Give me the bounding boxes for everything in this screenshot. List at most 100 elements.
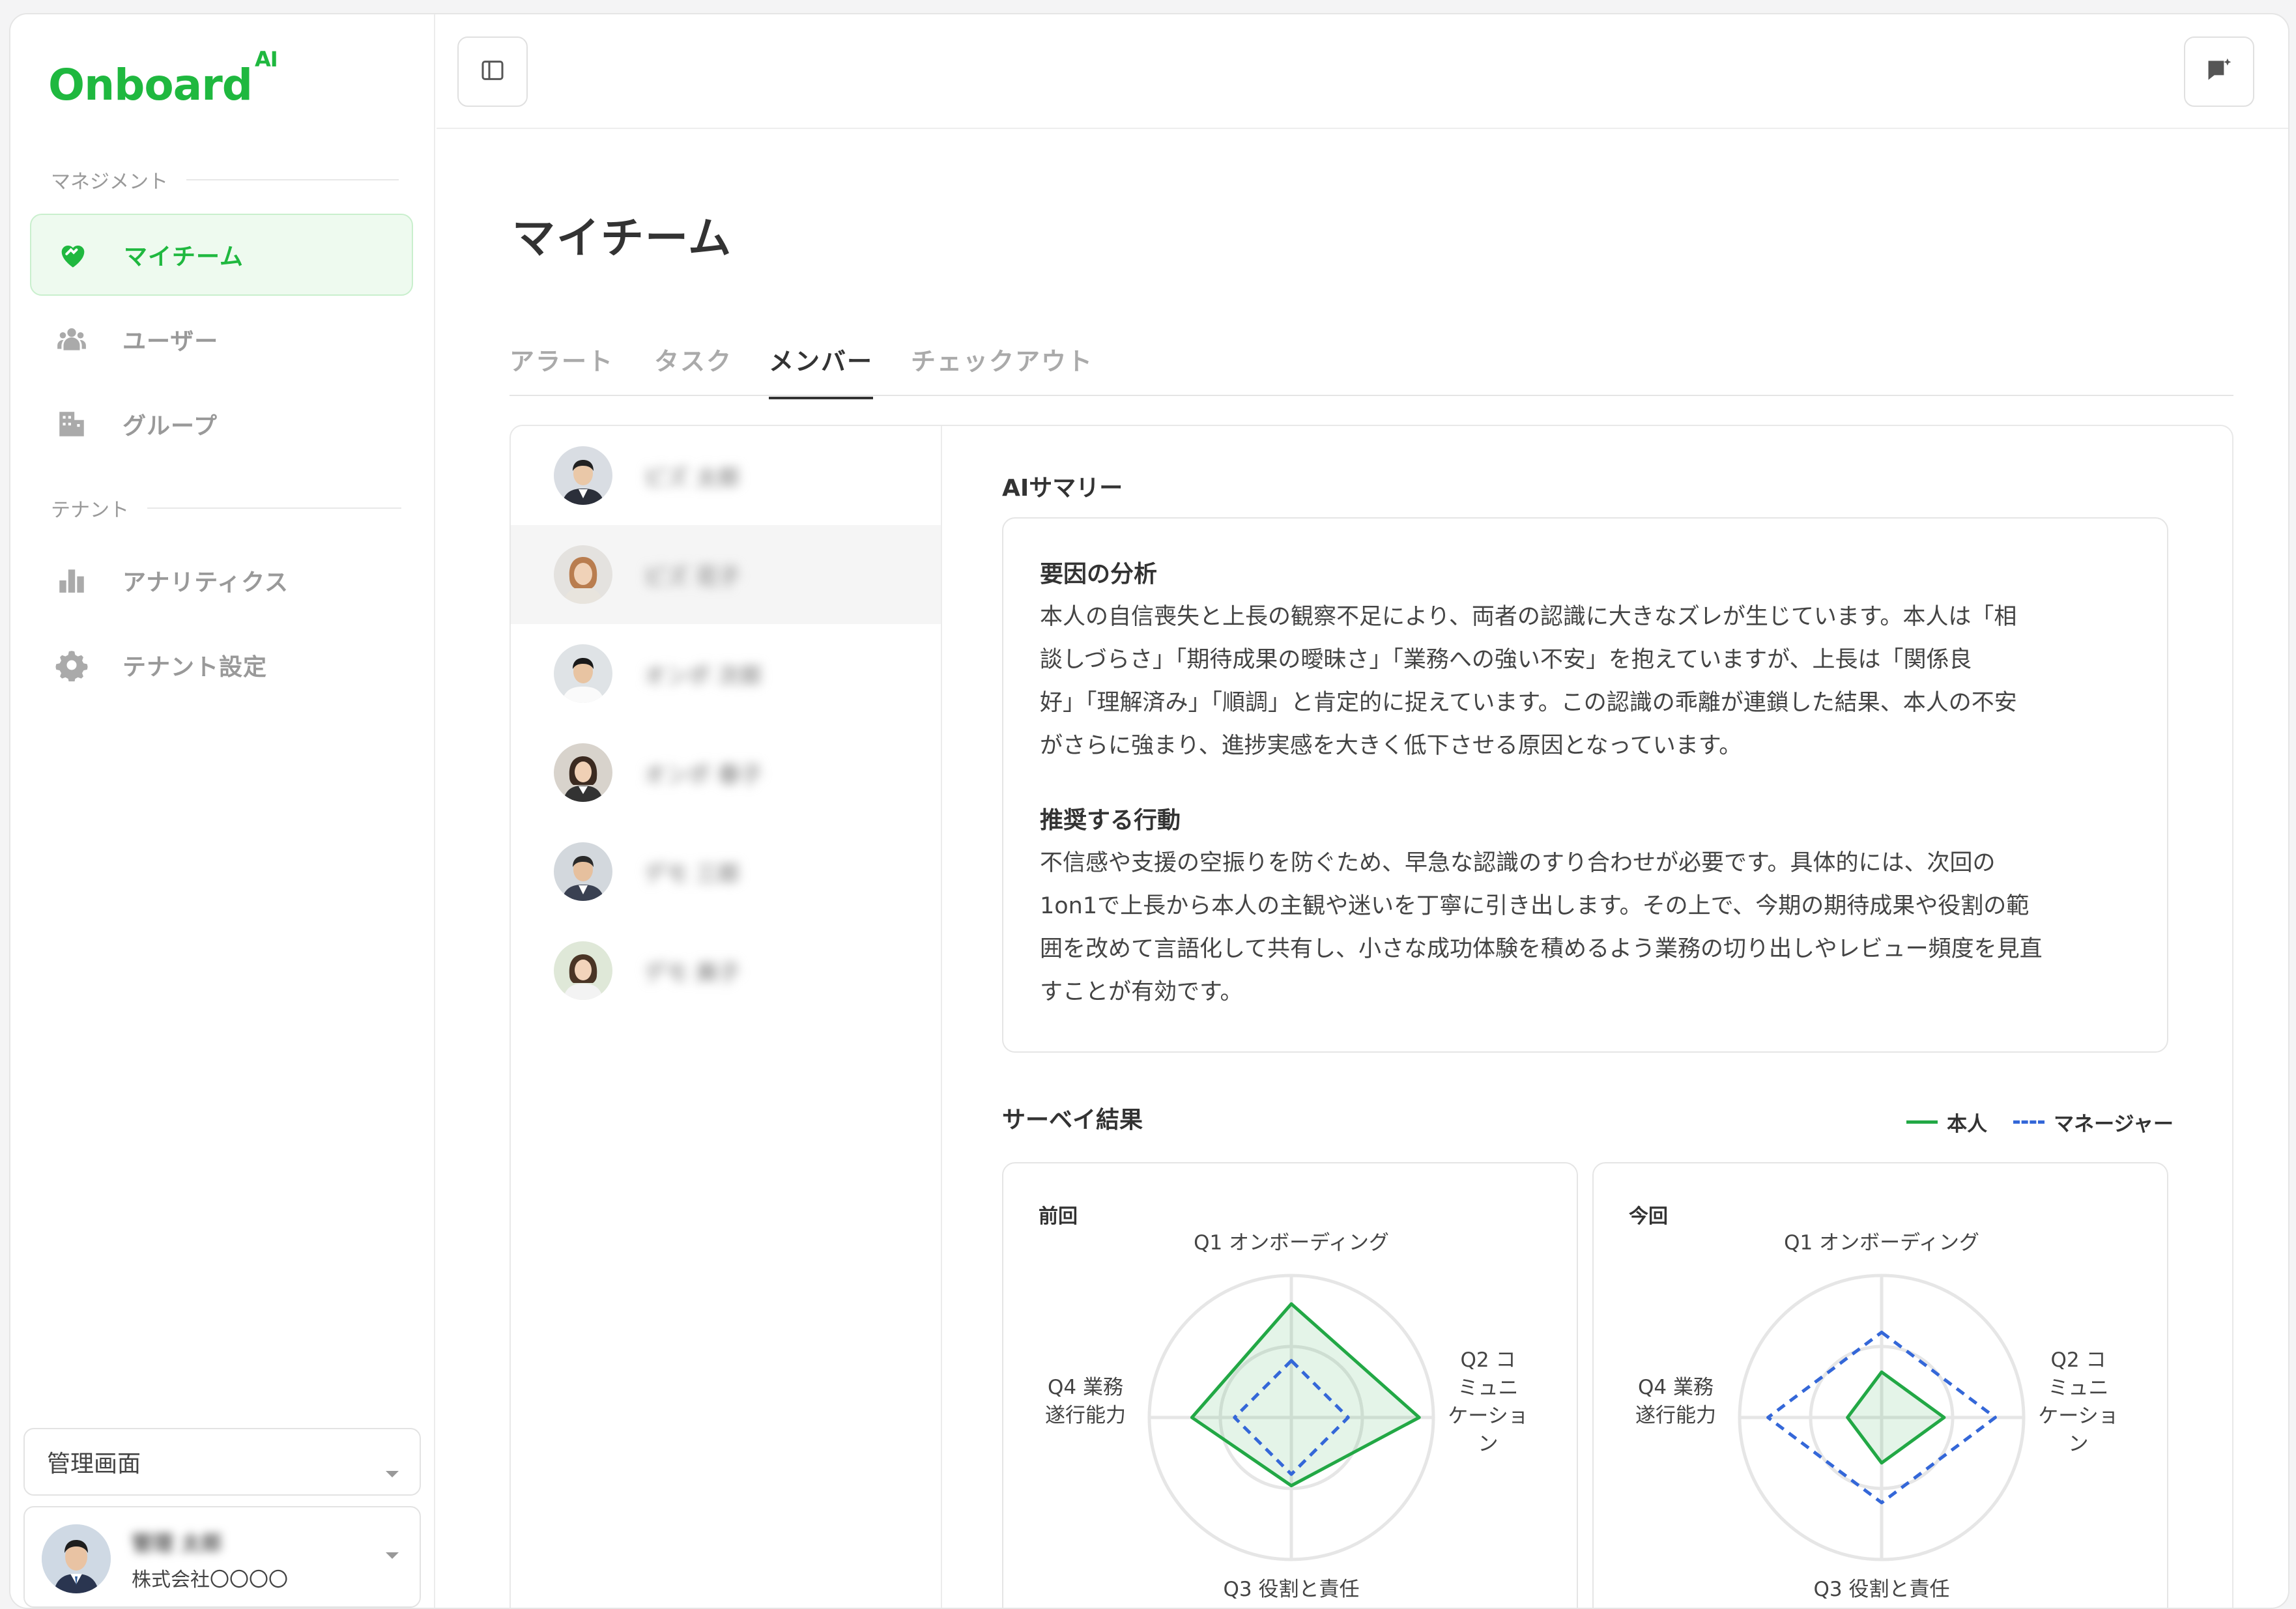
member-name: デモ 美子 (644, 960, 740, 986)
member-name: オンボ 次郎 (644, 662, 762, 689)
avatar (554, 644, 612, 703)
app-window: OnboardAI マネジメント マイチーム ユーザー グループ テナント アナ… (9, 13, 2289, 1609)
axis-label-line: ケーショ (1448, 1404, 1528, 1428)
avatar (554, 743, 612, 802)
text-line: 囲を改めて言語化して共有し、小さな成功体験を積めるよう業務の切り出しやレビュー頻… (1040, 936, 2043, 962)
sidebar-item-label: グループ (122, 413, 218, 440)
ai-summary-card: 要因の分析 本人の自信喪失と上長の観察不足により、両者の認識に大きなズレが生じて… (1002, 517, 2168, 1053)
tab-checkout[interactable]: チェックアウト (911, 341, 1093, 397)
axis-label-q1: Q1 オンボーディング (1784, 1231, 1979, 1255)
recommended-action-text: 不信感や支援の空振りを防ぐため、早急な認識のすり合わせが必要です。具体的には、次… (1040, 842, 2154, 1014)
user-name: 管理 太郎 (132, 1531, 223, 1556)
text-line: がさらに強まり、進捗実感を大きく低下させる原因となっています。 (1040, 733, 1742, 759)
radar-chart-previous: 前回 Q1 オンボーディング Q2 コミュニケーション Q3 役割と責任 Q4 業務遂… (1002, 1162, 1578, 1608)
list-item[interactable]: オンボ 次郎 (511, 624, 941, 723)
axis-label-line: Q3 役割と責任 (1224, 1578, 1360, 1601)
legend-label-self: 本人 (1947, 1113, 1988, 1136)
axis-label-line: Q4 業務 (1048, 1376, 1123, 1399)
member-list: ビズ 太郎 ビズ 花子 オンボ 次郎 オンボ 春子 デモ 三郎 デモ 美子 (511, 426, 942, 1608)
tab-tasks[interactable]: タスク (654, 341, 732, 397)
avatar (554, 545, 612, 604)
text-line: 1on1で上長から本人の主観や迷いを丁寧に引き出します。その上で、今期の期待成果… (1040, 893, 2030, 919)
text-line: 本人の自信喪失と上長の観察不足により、両者の認識に大きなズレが生じています。本人… (1040, 604, 2017, 630)
building-icon (55, 407, 89, 441)
sidebar-toggle-button[interactable] (457, 36, 528, 107)
text-line: すことが有効です。 (1040, 979, 1243, 1005)
axis-label-q2: Q2 コミュニケーション (1448, 1348, 1528, 1456)
member-name: ビズ 太郎 (644, 464, 740, 491)
ai-chat-button[interactable] (2184, 36, 2254, 107)
list-item[interactable]: オンボ 春子 (511, 723, 941, 822)
gear-icon (55, 648, 89, 682)
factor-analysis-title: 要因の分析 (1040, 561, 1158, 588)
sidebar-item-tenant-settings[interactable]: テナント設定 (30, 624, 413, 706)
survey-results-title: サーベイ結果 (1002, 1107, 1143, 1133)
chart-legend: 本人 マネージャー (1906, 1107, 2174, 1137)
admin-mode-select[interactable]: 管理画面 (23, 1428, 421, 1496)
legend-swatch-manager (2013, 1120, 2045, 1124)
axis-label-line: ン (2069, 1432, 2089, 1456)
axis-label-line: ケーショ (2038, 1404, 2118, 1428)
axis-label-line: Q2 コ (1461, 1348, 1516, 1372)
sidebar-item-analytics[interactable]: アナリティクス (30, 539, 413, 621)
tab-bar: アラート タスク メンバー チェックアウト (509, 327, 2233, 399)
admin-mode-select-value: 管理画面 (47, 1451, 141, 1477)
list-item[interactable]: ビズ 花子 (511, 525, 941, 624)
sidebar-item-label: ユーザー (122, 328, 219, 355)
member-name: オンボ 春子 (644, 762, 762, 788)
sidebar-item-users[interactable]: ユーザー (30, 298, 413, 380)
sidebar-item-my-team[interactable]: マイチーム (30, 214, 413, 296)
recommended-action-title: 推奨する行動 (1040, 807, 1181, 834)
tab-alerts[interactable]: アラート (509, 341, 614, 397)
chevron-down-icon (384, 1458, 400, 1485)
radar-chart-svg: Q1 オンボーディング Q2 コミュニケーション Q3 役割と責任 Q4 業務遂行能力 (1045, 1231, 1528, 1601)
axis-label-line: Q2 コ (2051, 1348, 2106, 1372)
axis-label-line: Q4 業務 (1638, 1376, 1714, 1399)
current-user-menu[interactable]: 管理 太郎 株式会社〇〇〇〇 (23, 1506, 421, 1608)
axis-label-line: 遂行能力 (1635, 1404, 1716, 1427)
axis-label-q2: Q2 コミュニケーション (2038, 1348, 2118, 1456)
radar-chart-current: 今回 Q1 オンボーディング Q2 コミュニケーション Q3 役割と責任 Q4 業務遂… (1592, 1162, 2168, 1608)
axis-label-q3: Q3 役割と責任 (1224, 1578, 1360, 1601)
member-detail: AIサマリー 要因の分析 本人の自信喪失と上長の観察不足により、両者の認識に大き… (942, 426, 2232, 1608)
list-item[interactable]: デモ 三郎 (511, 822, 941, 921)
chat-sparkle-icon (2205, 56, 2233, 87)
sidebar: OnboardAI マネジメント マイチーム ユーザー グループ テナント アナ… (10, 14, 435, 1608)
axis-label-q4: Q4 業務遂行能力 (1045, 1376, 1126, 1427)
axis-label-line: Q1 オンボーディング (1784, 1231, 1979, 1255)
text-line: 好」「理解済み」「順調」と肯定的に捉えています。この認識の乖離が連鎖した結果、本… (1040, 690, 2017, 716)
axis-label-q1: Q1 オンボーディング (1194, 1231, 1389, 1255)
axis-label-line: ミュニ (2048, 1376, 2109, 1400)
axis-label-q4: Q4 業務遂行能力 (1635, 1376, 1716, 1427)
members-panel: ビズ 太郎 ビズ 花子 オンボ 次郎 オンボ 春子 デモ 三郎 デモ 美子 AI… (509, 425, 2233, 1608)
axis-label-line: ン (1478, 1432, 1499, 1456)
axis-label-q3: Q3 役割と責任 (1814, 1578, 1950, 1601)
sidebar-toggle-icon (480, 57, 506, 86)
list-item[interactable]: ビズ 太郎 (511, 426, 941, 525)
avatar (554, 842, 612, 901)
avatar (42, 1524, 111, 1593)
sidebar-item-groups[interactable]: グループ (30, 383, 413, 465)
member-name: ビズ 花子 (644, 563, 740, 590)
heart-handshake-icon (56, 238, 90, 272)
axis-label-line: Q1 オンボーディング (1194, 1231, 1389, 1255)
member-name: デモ 三郎 (644, 861, 740, 887)
avatar (554, 941, 612, 1000)
radar-chart-svg: Q1 オンボーディング Q2 コミュニケーション Q3 役割と責任 Q4 業務遂行能力 (1635, 1231, 2119, 1601)
legend-swatch-self (1906, 1120, 1938, 1124)
axis-label-line: Q3 役割と責任 (1814, 1578, 1950, 1601)
avatar (554, 446, 612, 505)
axis-label-line: ミュニ (1458, 1376, 1519, 1400)
list-item[interactable]: デモ 美子 (511, 921, 941, 1020)
axis-label-line: 遂行能力 (1045, 1404, 1126, 1427)
sidebar-item-label: アナリティクス (122, 569, 289, 596)
text-line: 不信感や支援の空振りを防ぐため、早急な認識のすり合わせが必要です。具体的には、次… (1040, 850, 1996, 876)
top-bar (437, 14, 2288, 129)
brand-logo[interactable]: OnboardAI (48, 47, 278, 110)
tab-members[interactable]: メンバー (769, 341, 874, 399)
sidebar-item-label: テナント設定 (122, 654, 268, 681)
legend-label-manager: マネージャー (2054, 1113, 2174, 1136)
section-label-management: マネジメント (51, 165, 399, 194)
section-label-tenant: テナント (51, 494, 401, 522)
chevron-down-icon (384, 1550, 400, 1563)
